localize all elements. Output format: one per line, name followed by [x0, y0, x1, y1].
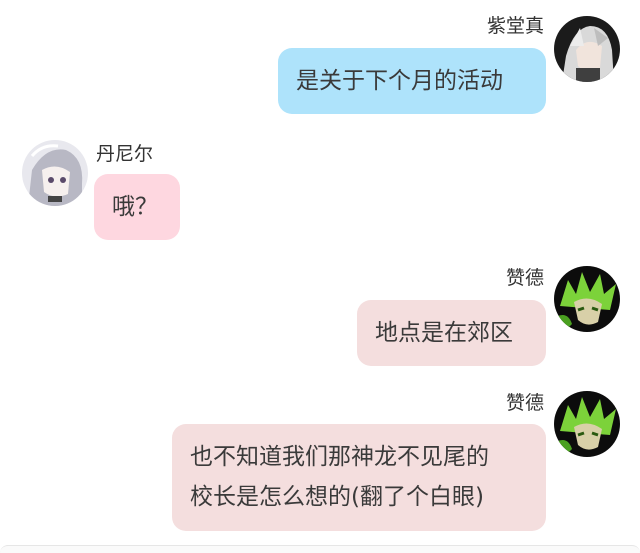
sender-name: 赞德 [505, 267, 544, 289]
sender-name: 赞德 [505, 392, 544, 414]
avatar[interactable] [554, 266, 620, 332]
composer-bar[interactable] [0, 545, 640, 553]
avatar-white-hair-icon [22, 140, 88, 206]
message-bubble[interactable]: 是关于下个月的活动 [278, 48, 546, 114]
avatar[interactable] [554, 391, 620, 457]
message-text-line: 校长是怎么想的(翻了个白眼) [190, 484, 484, 510]
message-text: 哦？ [112, 194, 158, 220]
avatar-green-hair-icon [554, 391, 620, 457]
message-bubble[interactable]: 也不知道我们那神龙不见尾的 校长是怎么想的(翻了个白眼) [172, 424, 546, 531]
avatar-green-hair-icon [554, 266, 620, 332]
message-bubble[interactable]: 哦？ [94, 174, 180, 240]
chat-thread: 紫堂真 是关于下个月的活动 丹尼尔 哦？ 赞德 地点是在郊区 赞德 也不知道我们… [0, 0, 640, 553]
message-text: 地点是在郊区 [375, 320, 513, 346]
avatar-silver-hair-icon [554, 16, 620, 82]
sender-name: 丹尼尔 [96, 143, 154, 165]
avatar[interactable] [554, 16, 620, 82]
sender-name: 紫堂真 [486, 15, 544, 37]
message-text-line: 也不知道我们那神龙不见尾的 [190, 444, 489, 470]
message-bubble[interactable]: 地点是在郊区 [357, 300, 546, 366]
message-text: 是关于下个月的活动 [296, 68, 503, 94]
avatar[interactable] [22, 140, 88, 206]
